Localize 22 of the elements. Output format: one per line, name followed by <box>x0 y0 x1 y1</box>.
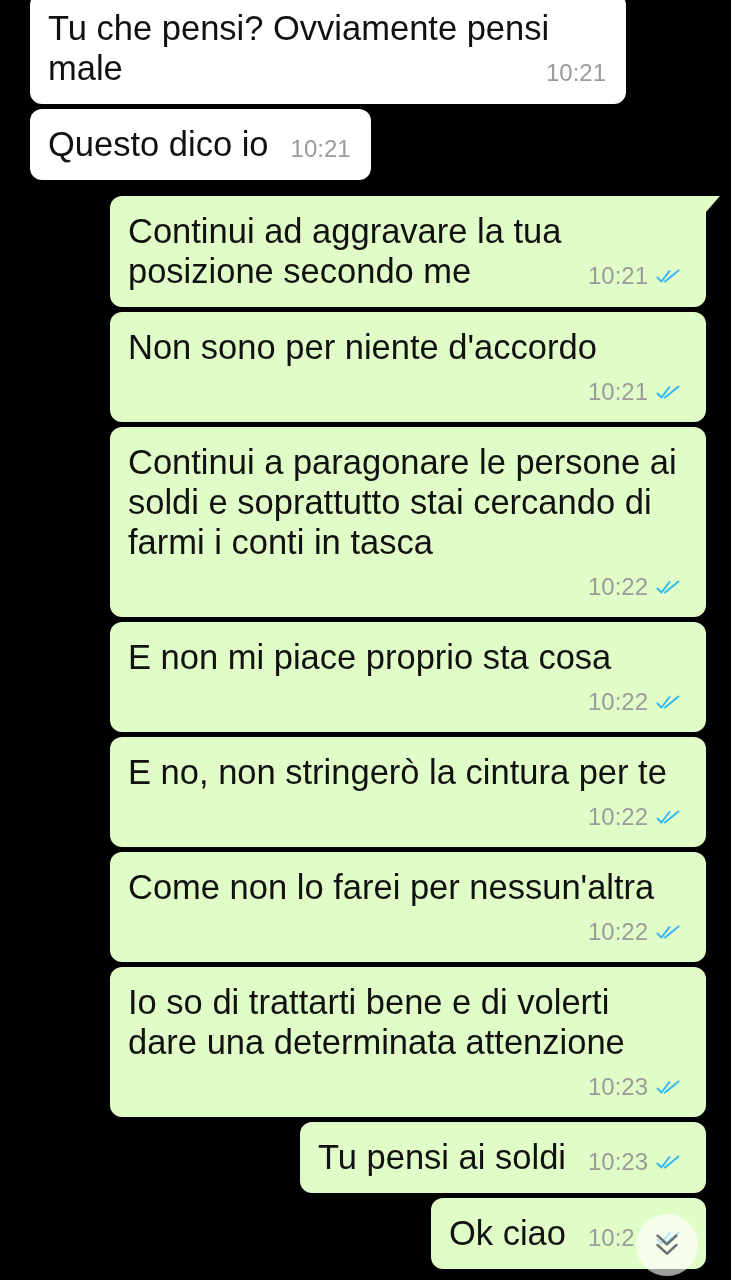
chevrons-down-icon <box>656 1233 678 1257</box>
message-text: Io so di trattarti bene e di volerti dare una determinata attenzione <box>128 983 625 1061</box>
message-text: Non sono per niente d'accordo <box>128 328 597 366</box>
message-time: 10:21 <box>545 59 606 87</box>
message-text: Ok ciao <box>449 1214 566 1252</box>
message-time: 10:22 <box>588 918 649 946</box>
message-time: 10:21 <box>290 135 351 163</box>
message-time: 10:21 <box>588 378 649 406</box>
message-text: Come non lo farei per nessun'altra <box>128 868 655 906</box>
message-text: E non mi piace proprio sta cosa <box>128 638 612 676</box>
message-time: 10:22 <box>588 688 649 716</box>
message-text: Tu pensi ai soldi <box>317 1138 566 1176</box>
message-time: 10:22 <box>588 573 649 601</box>
message-time: 10:22 <box>588 803 649 831</box>
message-time: 10:23 <box>588 1073 649 1101</box>
message-time: 10:2 <box>588 1224 635 1252</box>
message-text: Continui ad aggravare la tua posizione secondo me <box>128 212 562 290</box>
message-time: 10:21 <box>588 262 649 290</box>
message-time: 10:23 <box>588 1148 649 1176</box>
message-text: Continui a paragonare le persone ai soldi e soprattutto stai cercando di farmi i conti in tasca <box>128 443 677 561</box>
message-text: E no, non stringerò la cintura per te <box>128 753 667 791</box>
message-text: Questo dico io <box>48 125 269 163</box>
